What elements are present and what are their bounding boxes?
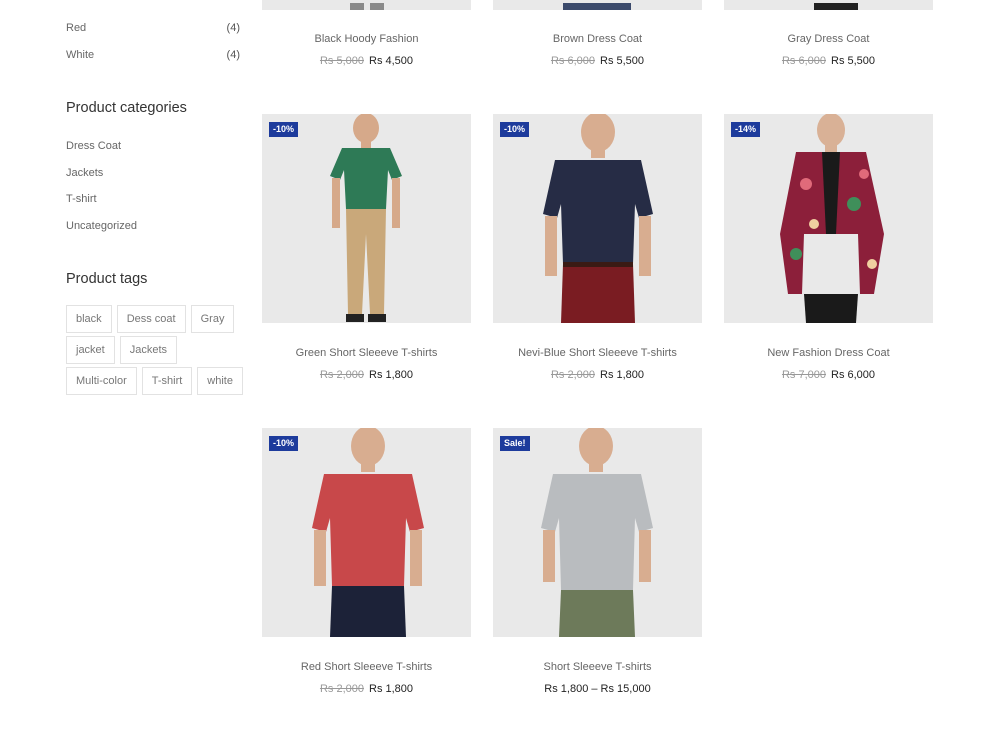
product-name[interactable]: Gray Dress Coat xyxy=(724,33,933,45)
product-price: Rs 6,000 Rs 5,500 xyxy=(493,55,702,67)
tag-white[interactable]: white xyxy=(197,367,243,395)
product-photo xyxy=(563,3,631,10)
old-price: Rs 6,000 xyxy=(550,55,595,67)
product-image[interactable] xyxy=(262,0,471,10)
product-image[interactable] xyxy=(724,0,933,10)
product-name[interactable]: Brown Dress Coat xyxy=(493,33,702,45)
current-price: Rs 1,800 – Rs 15,000 xyxy=(544,683,651,695)
product-name[interactable]: Nevi-Blue Short Sleeeve T-shirts xyxy=(493,347,702,359)
tag-t-shirt[interactable]: T-shirt xyxy=(141,367,193,395)
current-price: Rs 1,800 xyxy=(369,369,414,381)
product-name[interactable]: Short Sleeeve T-shirts xyxy=(493,661,702,673)
category-link-jackets[interactable]: Jackets xyxy=(66,167,103,179)
category-link-uncategorized[interactable]: Uncategorized xyxy=(66,220,137,232)
color-filter-label: White xyxy=(66,49,95,61)
categories-heading: Product categories xyxy=(66,100,187,116)
product-image[interactable]: -10% xyxy=(262,114,471,323)
tag-gray[interactable]: Gray xyxy=(190,305,235,333)
tags-heading: Product tags xyxy=(66,271,148,287)
product-photo xyxy=(543,114,653,323)
category-link-t-shirt[interactable]: T-shirt xyxy=(66,193,97,205)
product-name[interactable]: Green Short Sleeeve T-shirts xyxy=(262,347,471,359)
product-name[interactable]: Red Short Sleeeve T-shirts xyxy=(262,661,471,673)
color-filter-count: (4) xyxy=(226,22,240,34)
product-card[interactable]: Black Hoody Fashion Rs 5,000 Rs 4,500 xyxy=(262,0,471,67)
current-price: Rs 1,800 xyxy=(600,369,645,381)
old-price: Rs 6,000 xyxy=(781,55,826,67)
product-photo xyxy=(780,114,884,323)
tag-jacket[interactable]: jacket xyxy=(66,336,115,364)
product-photo xyxy=(814,3,858,10)
product-image[interactable]: Sale! xyxy=(493,428,702,637)
discount-badge: -14% xyxy=(731,122,761,137)
color-filter-label: Red xyxy=(66,22,87,34)
product-price: Rs 6,000 Rs 5,500 xyxy=(724,55,933,67)
color-filter-white[interactable]: White (4) xyxy=(66,49,240,61)
product-photo xyxy=(350,3,384,10)
product-price: Rs 2,000 Rs 1,800 xyxy=(262,369,471,381)
product-image[interactable]: -14% xyxy=(724,114,933,323)
color-filter-count: (4) xyxy=(226,49,240,61)
tag-multi-color[interactable]: Multi-color xyxy=(66,367,137,395)
discount-badge: -10% xyxy=(500,122,530,137)
product-card[interactable]: -10% Red Short Sleeeve T-shirts Rs 2,000… xyxy=(262,428,471,695)
product-photo xyxy=(312,428,424,637)
old-price: Rs 2,000 xyxy=(319,683,364,695)
product-name[interactable]: Black Hoody Fashion xyxy=(262,33,471,45)
product-card[interactable]: -14% New Fashion Dress Coat Rs 7,000 Rs 6… xyxy=(724,114,933,381)
discount-badge: -10% xyxy=(269,122,299,137)
product-image[interactable] xyxy=(493,0,702,10)
product-name[interactable]: New Fashion Dress Coat xyxy=(724,347,933,359)
tag-cloud: black Dess coat Gray jacket Jackets Mult… xyxy=(66,305,246,395)
category-link-dress-coat[interactable]: Dress Coat xyxy=(66,140,121,152)
product-card[interactable]: -10% Green Short Sleeeve T-shirts Rs 2,0… xyxy=(262,114,471,381)
tag-jackets[interactable]: Jackets xyxy=(119,336,178,364)
tag-black[interactable]: black xyxy=(66,305,112,333)
product-card[interactable]: Sale! Short Sleeeve T-shirts Rs 1,800 – … xyxy=(493,428,702,695)
product-price: Rs 1,800 – Rs 15,000 xyxy=(493,683,702,695)
sale-badge: Sale! xyxy=(500,436,530,451)
product-price: Rs 2,000 Rs 1,800 xyxy=(493,369,702,381)
current-price: Rs 1,800 xyxy=(369,683,414,695)
product-image[interactable]: -10% xyxy=(493,114,702,323)
product-price: Rs 7,000 Rs 6,000 xyxy=(724,369,933,381)
current-price: Rs 5,500 xyxy=(831,55,876,67)
product-card[interactable]: Brown Dress Coat Rs 6,000 Rs 5,500 xyxy=(493,0,702,67)
tag-dess-coat[interactable]: Dess coat xyxy=(116,305,186,333)
old-price: Rs 5,000 xyxy=(319,55,364,67)
old-price: Rs 2,000 xyxy=(319,369,364,381)
current-price: Rs 5,500 xyxy=(600,55,645,67)
discount-badge: -10% xyxy=(269,436,299,451)
product-price: Rs 5,000 Rs 4,500 xyxy=(262,55,471,67)
old-price: Rs 2,000 xyxy=(550,369,595,381)
product-image[interactable]: -10% xyxy=(262,428,471,637)
color-filter-red[interactable]: Red (4) xyxy=(66,22,240,34)
old-price: Rs 7,000 xyxy=(781,369,826,381)
product-photo xyxy=(541,428,653,637)
product-photo xyxy=(330,114,402,322)
current-price: Rs 4,500 xyxy=(369,55,414,67)
product-card[interactable]: -10% Nevi-Blue Short Sleeeve T-shirts Rs… xyxy=(493,114,702,381)
product-card[interactable]: Gray Dress Coat Rs 6,000 Rs 5,500 xyxy=(724,0,933,67)
current-price: Rs 6,000 xyxy=(831,369,876,381)
product-price: Rs 2,000 Rs 1,800 xyxy=(262,683,471,695)
